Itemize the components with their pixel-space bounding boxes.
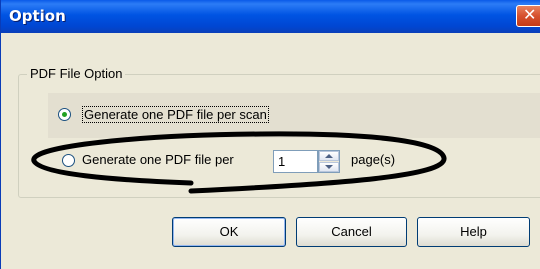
arrow-down-icon: [325, 165, 333, 169]
radio-selected-dot: [62, 112, 67, 117]
window-title: Option: [9, 7, 66, 25]
group-legend: PDF File Option: [27, 66, 126, 81]
option-dialog: Option ✕ PDF File Option Generate one PD…: [0, 0, 540, 269]
arrow-up-icon: [325, 154, 333, 158]
pages-spinner[interactable]: [318, 150, 340, 173]
help-button[interactable]: Help: [417, 217, 530, 247]
radio-per-scan[interactable]: [58, 108, 71, 121]
per-scan-label[interactable]: Generate one PDF file per scan: [82, 106, 269, 123]
spin-up-button[interactable]: [319, 151, 339, 161]
cancel-button[interactable]: Cancel: [296, 217, 407, 247]
spin-down-button[interactable]: [319, 162, 339, 172]
close-button[interactable]: ✕: [516, 5, 540, 27]
close-icon: ✕: [523, 5, 537, 24]
pages-input[interactable]: [273, 150, 318, 173]
title-bar[interactable]: Option ✕: [1, 0, 540, 33]
per-pages-label[interactable]: Generate one PDF file per: [82, 152, 234, 167]
radio-per-pages[interactable]: [62, 154, 75, 167]
pages-unit-label: page(s): [351, 152, 396, 167]
ok-button[interactable]: OK: [172, 217, 286, 247]
